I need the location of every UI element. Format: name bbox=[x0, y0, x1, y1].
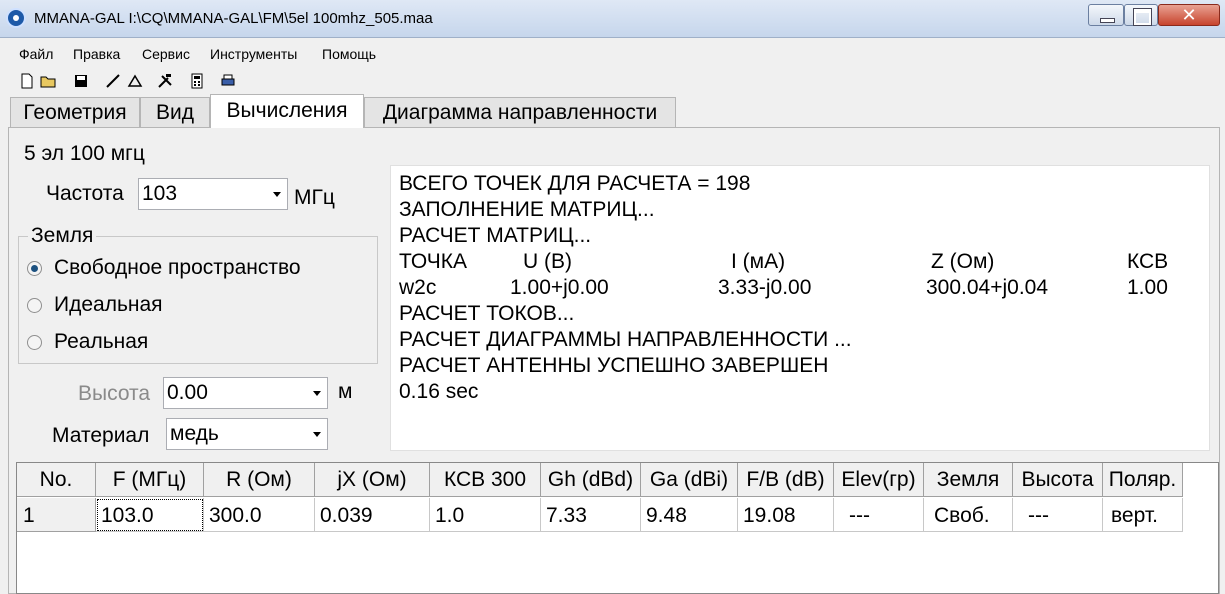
menu-tools[interactable]: Инструменты bbox=[210, 46, 297, 62]
table-cell-fb[interactable]: 19.08 bbox=[738, 498, 834, 532]
tab-calculation[interactable]: Вычисления bbox=[210, 94, 364, 128]
chevron-down-icon bbox=[313, 391, 321, 396]
height-label: Высота bbox=[78, 382, 151, 405]
ground-option-free-space[interactable]: Свободное пространство bbox=[54, 256, 301, 280]
log-calc-pattern: РАСЧЕТ ДИАГРАММЫ НАПРАВЛЕННОСТИ ... bbox=[399, 328, 852, 351]
ground-option-ideal[interactable]: Идеальная bbox=[54, 293, 163, 317]
log-calc-currents: РАСЧЕТ ТОКОВ... bbox=[399, 302, 575, 325]
new-file-icon[interactable] bbox=[18, 73, 36, 91]
material-value: медь bbox=[170, 422, 219, 445]
tab-radiation-pattern[interactable]: Диаграмма направленности bbox=[364, 97, 676, 127]
column-header-polarization[interactable]: Поляр. bbox=[1103, 463, 1183, 497]
frequency-unit: МГц bbox=[294, 186, 335, 209]
log-header-point: ТОЧКА bbox=[399, 250, 467, 273]
height-value: 0.00 bbox=[167, 381, 208, 404]
log-row-current: 3.33-j0.00 bbox=[718, 276, 812, 299]
window-title: MMANA-GAL I:\CQ\MMANA-GAL\FM\5el 100mhz_… bbox=[34, 10, 433, 27]
antenna-name: 5 эл 100 мгц bbox=[24, 142, 145, 165]
log-header-voltage: U (В) bbox=[523, 250, 572, 273]
column-header-elev[interactable]: Elev(гр) bbox=[834, 463, 924, 497]
minimize-button[interactable] bbox=[1088, 4, 1124, 26]
radio-ideal[interactable] bbox=[27, 298, 42, 313]
radio-real[interactable] bbox=[27, 335, 42, 350]
table-cell-polarization[interactable]: верт. bbox=[1103, 498, 1183, 532]
app-logo-icon bbox=[6, 8, 26, 28]
column-header-r[interactable]: R (Ом) bbox=[204, 463, 315, 497]
log-row-swr: 1.00 bbox=[1127, 276, 1168, 299]
menu-edit[interactable]: Правка bbox=[73, 46, 120, 62]
table-cell-no[interactable]: 1 bbox=[17, 498, 96, 532]
log-header-impedance: Z (Ом) bbox=[931, 250, 995, 273]
table-cell-frequency[interactable]: 103.0 bbox=[96, 498, 204, 532]
ground-option-real[interactable]: Реальная bbox=[54, 330, 148, 354]
column-header-height[interactable]: Высота bbox=[1013, 463, 1103, 497]
table-cell-r[interactable]: 300.0 bbox=[204, 498, 315, 532]
log-header-current: I (мА) bbox=[731, 250, 786, 273]
log-calc-matrix: РАСЧЕТ МАТРИЦ... bbox=[399, 224, 592, 247]
tools-icon[interactable] bbox=[156, 73, 174, 91]
log-row-impedance: 300.04+j0.04 bbox=[926, 276, 1049, 299]
close-icon: ✕ bbox=[1181, 5, 1197, 26]
log-fill-matrix: ЗАПОЛНЕНИЕ МАТРИЦ... bbox=[399, 198, 655, 221]
menu-file[interactable]: Файл bbox=[19, 46, 53, 62]
maximize-button[interactable] bbox=[1124, 4, 1158, 26]
column-header-gh[interactable]: Gh (dBd) bbox=[541, 463, 641, 497]
toolbar bbox=[0, 70, 1225, 94]
table-cell-elev[interactable]: --- bbox=[834, 498, 924, 532]
save-icon[interactable] bbox=[72, 73, 90, 91]
triangle-icon[interactable] bbox=[126, 73, 144, 91]
ground-legend: Земля bbox=[28, 224, 97, 248]
close-button[interactable]: ✕ bbox=[1158, 4, 1220, 26]
calculator-icon[interactable] bbox=[188, 73, 206, 91]
table-cell-gh[interactable]: 7.33 bbox=[541, 498, 641, 532]
height-unit: м bbox=[338, 380, 353, 403]
column-header-no[interactable]: No. bbox=[17, 463, 96, 497]
draw-line-icon[interactable] bbox=[104, 73, 122, 91]
frequency-label: Частота bbox=[46, 182, 124, 205]
table-cell-ground[interactable]: Своб. bbox=[924, 498, 1013, 532]
chevron-down-icon bbox=[273, 192, 281, 197]
menu-service[interactable]: Сервис bbox=[142, 46, 190, 62]
frequency-combo[interactable]: 103 bbox=[138, 178, 288, 210]
log-total-points: ВСЕГО ТОЧЕК ДЛЯ РАСЧЕТА = 198 bbox=[399, 172, 751, 195]
open-folder-icon[interactable] bbox=[40, 73, 58, 91]
tab-geometry[interactable]: Геометрия bbox=[10, 97, 140, 127]
column-header-frequency[interactable]: F (МГц) bbox=[96, 463, 204, 497]
material-label: Материал bbox=[52, 424, 150, 447]
radio-free-space[interactable] bbox=[27, 261, 42, 276]
tab-view[interactable]: Вид bbox=[140, 97, 210, 127]
log-done: РАСЧЕТ АНТЕННЫ УСПЕШНО ЗАВЕРШЕН bbox=[399, 354, 829, 377]
table-cell-height[interactable]: --- bbox=[1013, 498, 1103, 532]
column-header-ga[interactable]: Ga (dBi) bbox=[641, 463, 738, 497]
column-header-ground[interactable]: Земля bbox=[924, 463, 1013, 497]
column-header-swr[interactable]: КСВ 300 bbox=[430, 463, 541, 497]
log-row-voltage: 1.00+j0.00 bbox=[510, 276, 609, 299]
frequency-value: 103 bbox=[142, 182, 178, 205]
menu-help[interactable]: Помощь bbox=[322, 46, 376, 62]
log-row-point: w2c bbox=[399, 276, 437, 299]
height-combo[interactable]: 0.00 bbox=[163, 377, 328, 409]
table-cell-jx[interactable]: 0.039 bbox=[315, 498, 430, 532]
material-combo[interactable]: медь bbox=[166, 418, 328, 450]
chevron-down-icon bbox=[313, 432, 321, 437]
column-header-fb[interactable]: F/B (dB) bbox=[738, 463, 834, 497]
table-cell-ga[interactable]: 9.48 bbox=[641, 498, 738, 532]
table-cell-swr[interactable]: 1.0 bbox=[430, 498, 541, 532]
column-header-jx[interactable]: jX (Ом) bbox=[315, 463, 430, 497]
log-header-swr: КСВ bbox=[1127, 250, 1169, 273]
log-time: 0.16 sec bbox=[399, 380, 479, 403]
print-icon[interactable] bbox=[219, 73, 237, 91]
